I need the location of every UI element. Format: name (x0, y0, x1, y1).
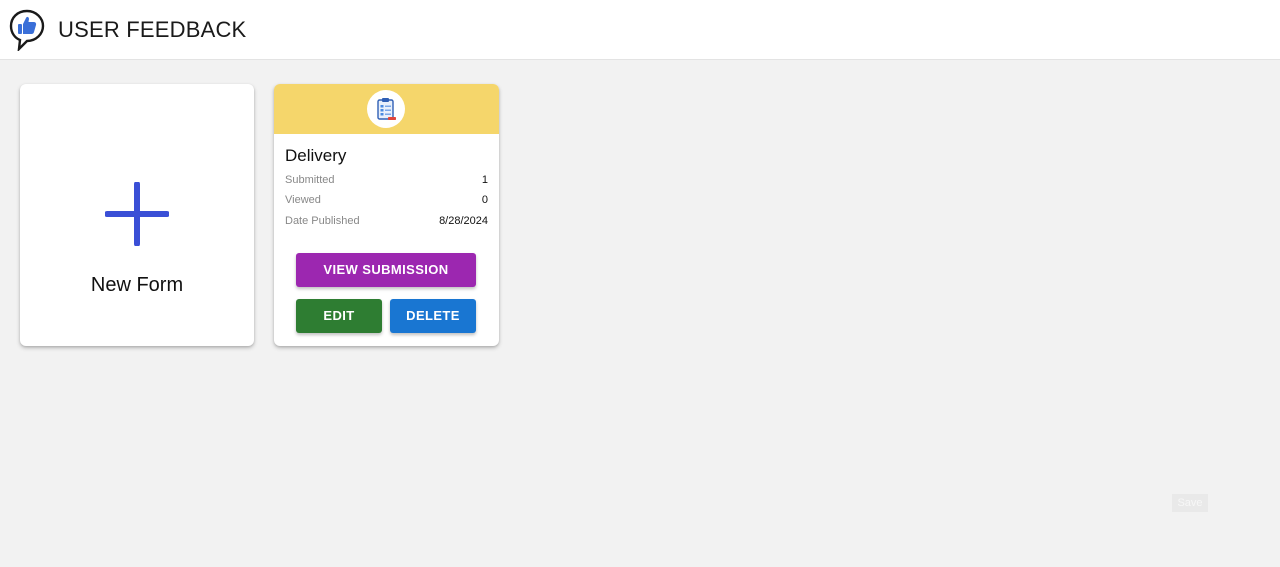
stat-label: Date Published (285, 215, 360, 227)
stat-value: 1 (481, 174, 488, 186)
clipboard-form-icon (377, 98, 396, 120)
app-title: USER FEEDBACK (58, 17, 247, 42)
top-bar: USER FEEDBACK (0, 0, 1280, 60)
form-icon-badge (367, 90, 405, 128)
new-form-card[interactable]: New Form (20, 84, 254, 346)
stat-row-submitted: Submitted 1 (285, 172, 488, 188)
stat-value: 8/28/2024 (439, 215, 488, 227)
new-form-label: New Form (90, 274, 184, 296)
stat-row-viewed: Viewed 0 (285, 192, 488, 208)
thumbs-up-chat-bubble-icon (9, 9, 45, 51)
edit-button[interactable]: EDIT (296, 299, 382, 333)
form-card-header (274, 84, 499, 134)
stat-label: Viewed (285, 194, 321, 206)
form-title: Delivery (285, 146, 347, 165)
delete-button[interactable]: DELETE (390, 299, 476, 333)
stat-row-date-published: Date Published 8/28/2024 (285, 213, 488, 229)
stat-label: Submitted (285, 174, 335, 186)
save-button[interactable]: Save (1172, 494, 1208, 512)
view-submission-button[interactable]: VIEW SUBMISSION (296, 253, 476, 287)
plus-icon (105, 182, 169, 246)
stat-value: 0 (481, 194, 488, 206)
form-card: Delivery Submitted 1 Viewed 0 Date Publi… (274, 84, 499, 346)
